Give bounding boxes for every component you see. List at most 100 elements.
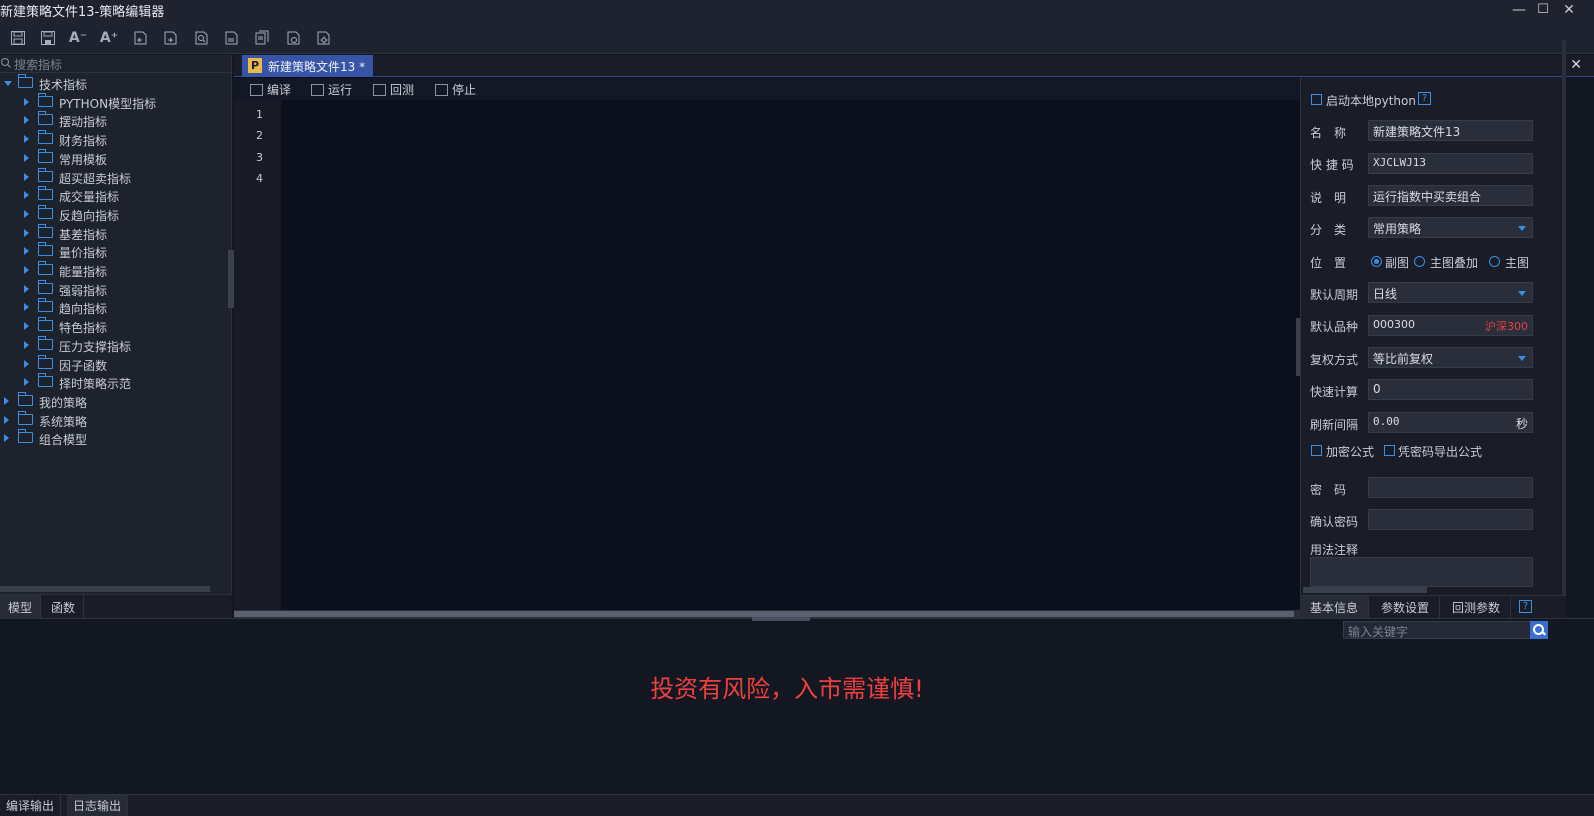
tab-compile-output[interactable]: 编译输出 xyxy=(0,795,62,816)
output-search-input[interactable]: 输入关键字 xyxy=(1343,621,1531,639)
gear-doc-icon[interactable] xyxy=(312,28,334,48)
minimize-button[interactable]: — xyxy=(1506,0,1532,22)
stop-button[interactable]: 停止 xyxy=(435,81,476,98)
shortcut-field[interactable]: XJCLWJ13 xyxy=(1368,153,1533,174)
run-button[interactable]: 运行 xyxy=(311,81,352,98)
local-python-checkbox[interactable] xyxy=(1311,94,1322,105)
chevron-right-icon[interactable] xyxy=(24,284,29,293)
compile-button[interactable]: 编译 xyxy=(250,81,291,98)
chevron-right-icon[interactable] xyxy=(24,228,29,237)
help-icon[interactable]: ? xyxy=(1519,600,1532,613)
tree-item[interactable]: 趋向指标 xyxy=(0,298,230,317)
description-field[interactable]: 运行指数中买卖组合 xyxy=(1368,185,1533,206)
backtest-button[interactable]: 回测 xyxy=(373,81,414,98)
tree-item[interactable]: 量价指标 xyxy=(0,242,230,261)
period-select[interactable]: 日线 xyxy=(1368,282,1533,303)
tree-item[interactable]: PYTHON模型指标 xyxy=(0,92,230,112)
password-field[interactable] xyxy=(1368,477,1533,498)
indicator-search[interactable]: 搜索指标 xyxy=(0,55,232,73)
tree-item[interactable]: 组合模型 xyxy=(0,429,230,448)
tree-item[interactable]: 压力支撑指标 xyxy=(0,335,230,355)
save-as-icon[interactable] xyxy=(37,28,59,48)
position-radio-main[interactable] xyxy=(1489,256,1500,267)
adjust-select[interactable]: 等比前复权 xyxy=(1368,347,1533,368)
tree-item[interactable]: 我的策略 xyxy=(0,391,230,411)
export-pw-checkbox[interactable] xyxy=(1384,445,1395,456)
tree-item[interactable]: 系统策略 xyxy=(0,410,230,430)
tree-item[interactable]: 财务指标 xyxy=(0,130,230,149)
right-vertical-scrollbar[interactable] xyxy=(1562,40,1566,600)
chevron-right-icon[interactable] xyxy=(24,97,29,106)
tree-item[interactable]: 因子函数 xyxy=(0,354,230,374)
tab-basic-info[interactable]: 基本信息 xyxy=(1300,596,1370,618)
tree-item[interactable]: 基差指标 xyxy=(0,223,230,243)
refresh-field[interactable]: 0.00 秒 xyxy=(1368,412,1533,433)
right-horizontal-scrollbar[interactable] xyxy=(1303,587,1427,593)
chevron-right-icon[interactable] xyxy=(24,322,29,331)
tree-item[interactable]: 技术指标 xyxy=(0,74,230,93)
quick-calc-field[interactable]: 0 xyxy=(1368,379,1533,400)
chevron-right-icon[interactable] xyxy=(4,434,9,443)
help-icon[interactable]: ? xyxy=(1418,92,1431,105)
chevron-right-icon[interactable] xyxy=(4,396,9,405)
tree-item-label: 基差指标 xyxy=(59,227,108,242)
search-icon[interactable] xyxy=(1530,621,1548,639)
chevron-right-icon[interactable] xyxy=(24,191,29,200)
chevron-right-icon[interactable] xyxy=(24,340,29,349)
name-field[interactable]: 新建策略文件13 xyxy=(1368,120,1533,141)
tree-item[interactable]: 摆动指标 xyxy=(0,111,230,130)
chevron-down-icon[interactable] xyxy=(4,81,12,86)
chevron-right-icon[interactable] xyxy=(4,415,9,424)
tab-log-output[interactable]: 日志输出 xyxy=(67,795,129,816)
tab-function[interactable]: 函数 xyxy=(43,595,85,619)
folder-icon xyxy=(38,242,53,257)
maximize-button[interactable]: ☐ xyxy=(1530,0,1556,22)
tree-item[interactable]: 成交量指标 xyxy=(0,186,230,205)
close-tab-button[interactable]: ✕ xyxy=(1570,57,1582,73)
chevron-right-icon[interactable] xyxy=(24,135,29,144)
tree-item[interactable]: 超买超卖指标 xyxy=(0,167,230,187)
position-radio-sub[interactable] xyxy=(1371,256,1382,267)
tree-item[interactable]: 常用模板 xyxy=(0,148,230,168)
output-resize-handle[interactable] xyxy=(752,617,810,621)
tree-item[interactable]: 能量指标 xyxy=(0,261,230,280)
confirm-password-field[interactable] xyxy=(1368,509,1533,530)
chevron-right-icon[interactable] xyxy=(24,116,29,125)
tree-item[interactable]: 强弱指标 xyxy=(0,279,230,299)
tab-params[interactable]: 参数设置 xyxy=(1371,596,1441,618)
undo-icon[interactable] xyxy=(129,28,151,48)
tab-strategy-file[interactable]: P 新建策略文件13 * xyxy=(242,55,373,77)
usage-notes-field[interactable] xyxy=(1310,557,1533,587)
chevron-right-icon[interactable] xyxy=(24,266,29,274)
import-icon[interactable] xyxy=(220,28,242,48)
chevron-right-icon[interactable] xyxy=(24,153,29,162)
tree-item[interactable]: 择时策略示范 xyxy=(0,373,230,392)
encrypt-checkbox[interactable] xyxy=(1311,445,1322,456)
chevron-right-icon[interactable] xyxy=(24,209,29,218)
tree-item[interactable]: 特色指标 xyxy=(0,317,230,336)
left-horizontal-scrollbar[interactable] xyxy=(0,586,210,592)
tree-item[interactable]: 反趋向指标 xyxy=(0,204,230,224)
symbol-field[interactable]: 000300 沪深300 xyxy=(1368,315,1533,336)
font-increase-icon[interactable]: A⁺ xyxy=(98,28,120,48)
settings-doc-icon[interactable] xyxy=(282,28,304,48)
export-icon[interactable] xyxy=(251,28,273,48)
code-editor[interactable] xyxy=(281,100,1300,610)
chevron-right-icon[interactable] xyxy=(24,172,29,181)
chevron-right-icon[interactable] xyxy=(24,359,29,368)
save-icon[interactable] xyxy=(7,28,29,48)
close-window-button[interactable]: ✕ xyxy=(1556,0,1582,22)
category-select[interactable]: 常用策略 xyxy=(1368,217,1533,238)
position-radio-main-overlay[interactable] xyxy=(1414,256,1425,267)
font-decrease-icon[interactable]: A⁻ xyxy=(67,28,89,48)
chevron-right-icon[interactable] xyxy=(24,303,29,312)
tab-model[interactable]: 模型 xyxy=(0,595,42,619)
chevron-right-icon[interactable] xyxy=(24,378,29,387)
tree-item-label: 系统策略 xyxy=(39,414,88,429)
redo-icon[interactable] xyxy=(159,28,181,48)
chevron-right-icon[interactable] xyxy=(24,247,29,256)
symbol-label: 默认品种 xyxy=(1310,320,1359,334)
symbol-name: 沪深300 xyxy=(1485,320,1528,333)
find-icon[interactable] xyxy=(190,28,212,48)
tab-backtest-params[interactable]: 回测参数 xyxy=(1442,596,1512,618)
